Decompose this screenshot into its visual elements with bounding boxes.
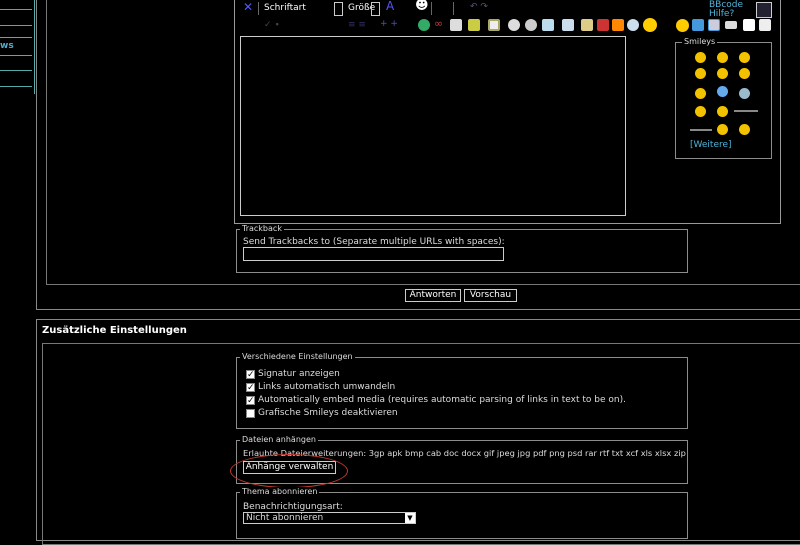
reply-button[interactable]: Antworten — [405, 289, 461, 302]
smiley-icon[interactable] — [717, 86, 728, 97]
disable-smileys-label: Grafische Smileys deaktivieren — [258, 408, 398, 418]
smiley-icon[interactable] — [717, 68, 728, 79]
sidebar-link[interactable]: ws — [0, 41, 14, 52]
chevron-down-icon[interactable]: ▼ — [405, 513, 415, 523]
sidebar-divider — [0, 37, 32, 38]
sidebar: ws — [0, 0, 34, 100]
smiley-icon[interactable] — [739, 68, 750, 79]
misc-legend: Verschiedene Einstellungen — [240, 352, 355, 362]
trackback-legend: Trackback — [240, 224, 284, 234]
smiley-icon[interactable] — [695, 106, 706, 117]
embed-media-label: Automatically embed media (requires auto… — [258, 395, 626, 405]
attachments-legend: Dateien anhängen — [240, 435, 318, 445]
sidebar-border — [34, 0, 35, 94]
smiley-icon[interactable] — [739, 124, 750, 135]
smiley-icon[interactable] — [717, 124, 728, 135]
more-smileys-link[interactable]: [Weitere] — [690, 140, 732, 151]
smiley-icon[interactable] — [717, 106, 728, 117]
arrow-smiley-icon[interactable] — [690, 129, 712, 131]
embed-media-checkbox[interactable]: ✓ — [246, 396, 255, 406]
additional-heading: Zusätzliche Einstellungen — [42, 325, 187, 336]
trackback-input[interactable] — [243, 247, 504, 261]
smiley-icon[interactable] — [717, 52, 728, 63]
autolink-label: Links automatisch umwandeln — [258, 382, 396, 392]
smiley-icon[interactable] — [739, 88, 750, 99]
smiley-icon[interactable] — [695, 88, 706, 99]
notification-select[interactable]: Nicht abonnieren ▼ — [243, 512, 416, 524]
sidebar-divider — [0, 55, 32, 56]
smiley-icon[interactable] — [739, 52, 750, 63]
signature-label: Signatur anzeigen — [258, 369, 340, 379]
smiley-grid — [690, 50, 760, 140]
sidebar-divider — [0, 70, 32, 71]
preview-button[interactable]: Vorschau — [464, 289, 517, 302]
sidebar-divider — [0, 86, 32, 87]
disable-smileys-checkbox[interactable] — [246, 409, 255, 418]
arrow-smiley-icon[interactable] — [734, 110, 758, 112]
smiley-icon[interactable] — [695, 52, 706, 63]
signature-checkbox[interactable]: ✓ — [246, 370, 255, 380]
smiley-icon[interactable] — [695, 68, 706, 79]
sidebar-divider — [0, 25, 32, 26]
subscribe-legend: Thema abonnieren — [240, 487, 320, 497]
autolink-checkbox[interactable]: ✓ — [246, 383, 255, 393]
sidebar-divider — [0, 9, 32, 10]
highlight-ellipse — [230, 454, 348, 488]
smileys-legend: Smileys — [682, 37, 718, 47]
